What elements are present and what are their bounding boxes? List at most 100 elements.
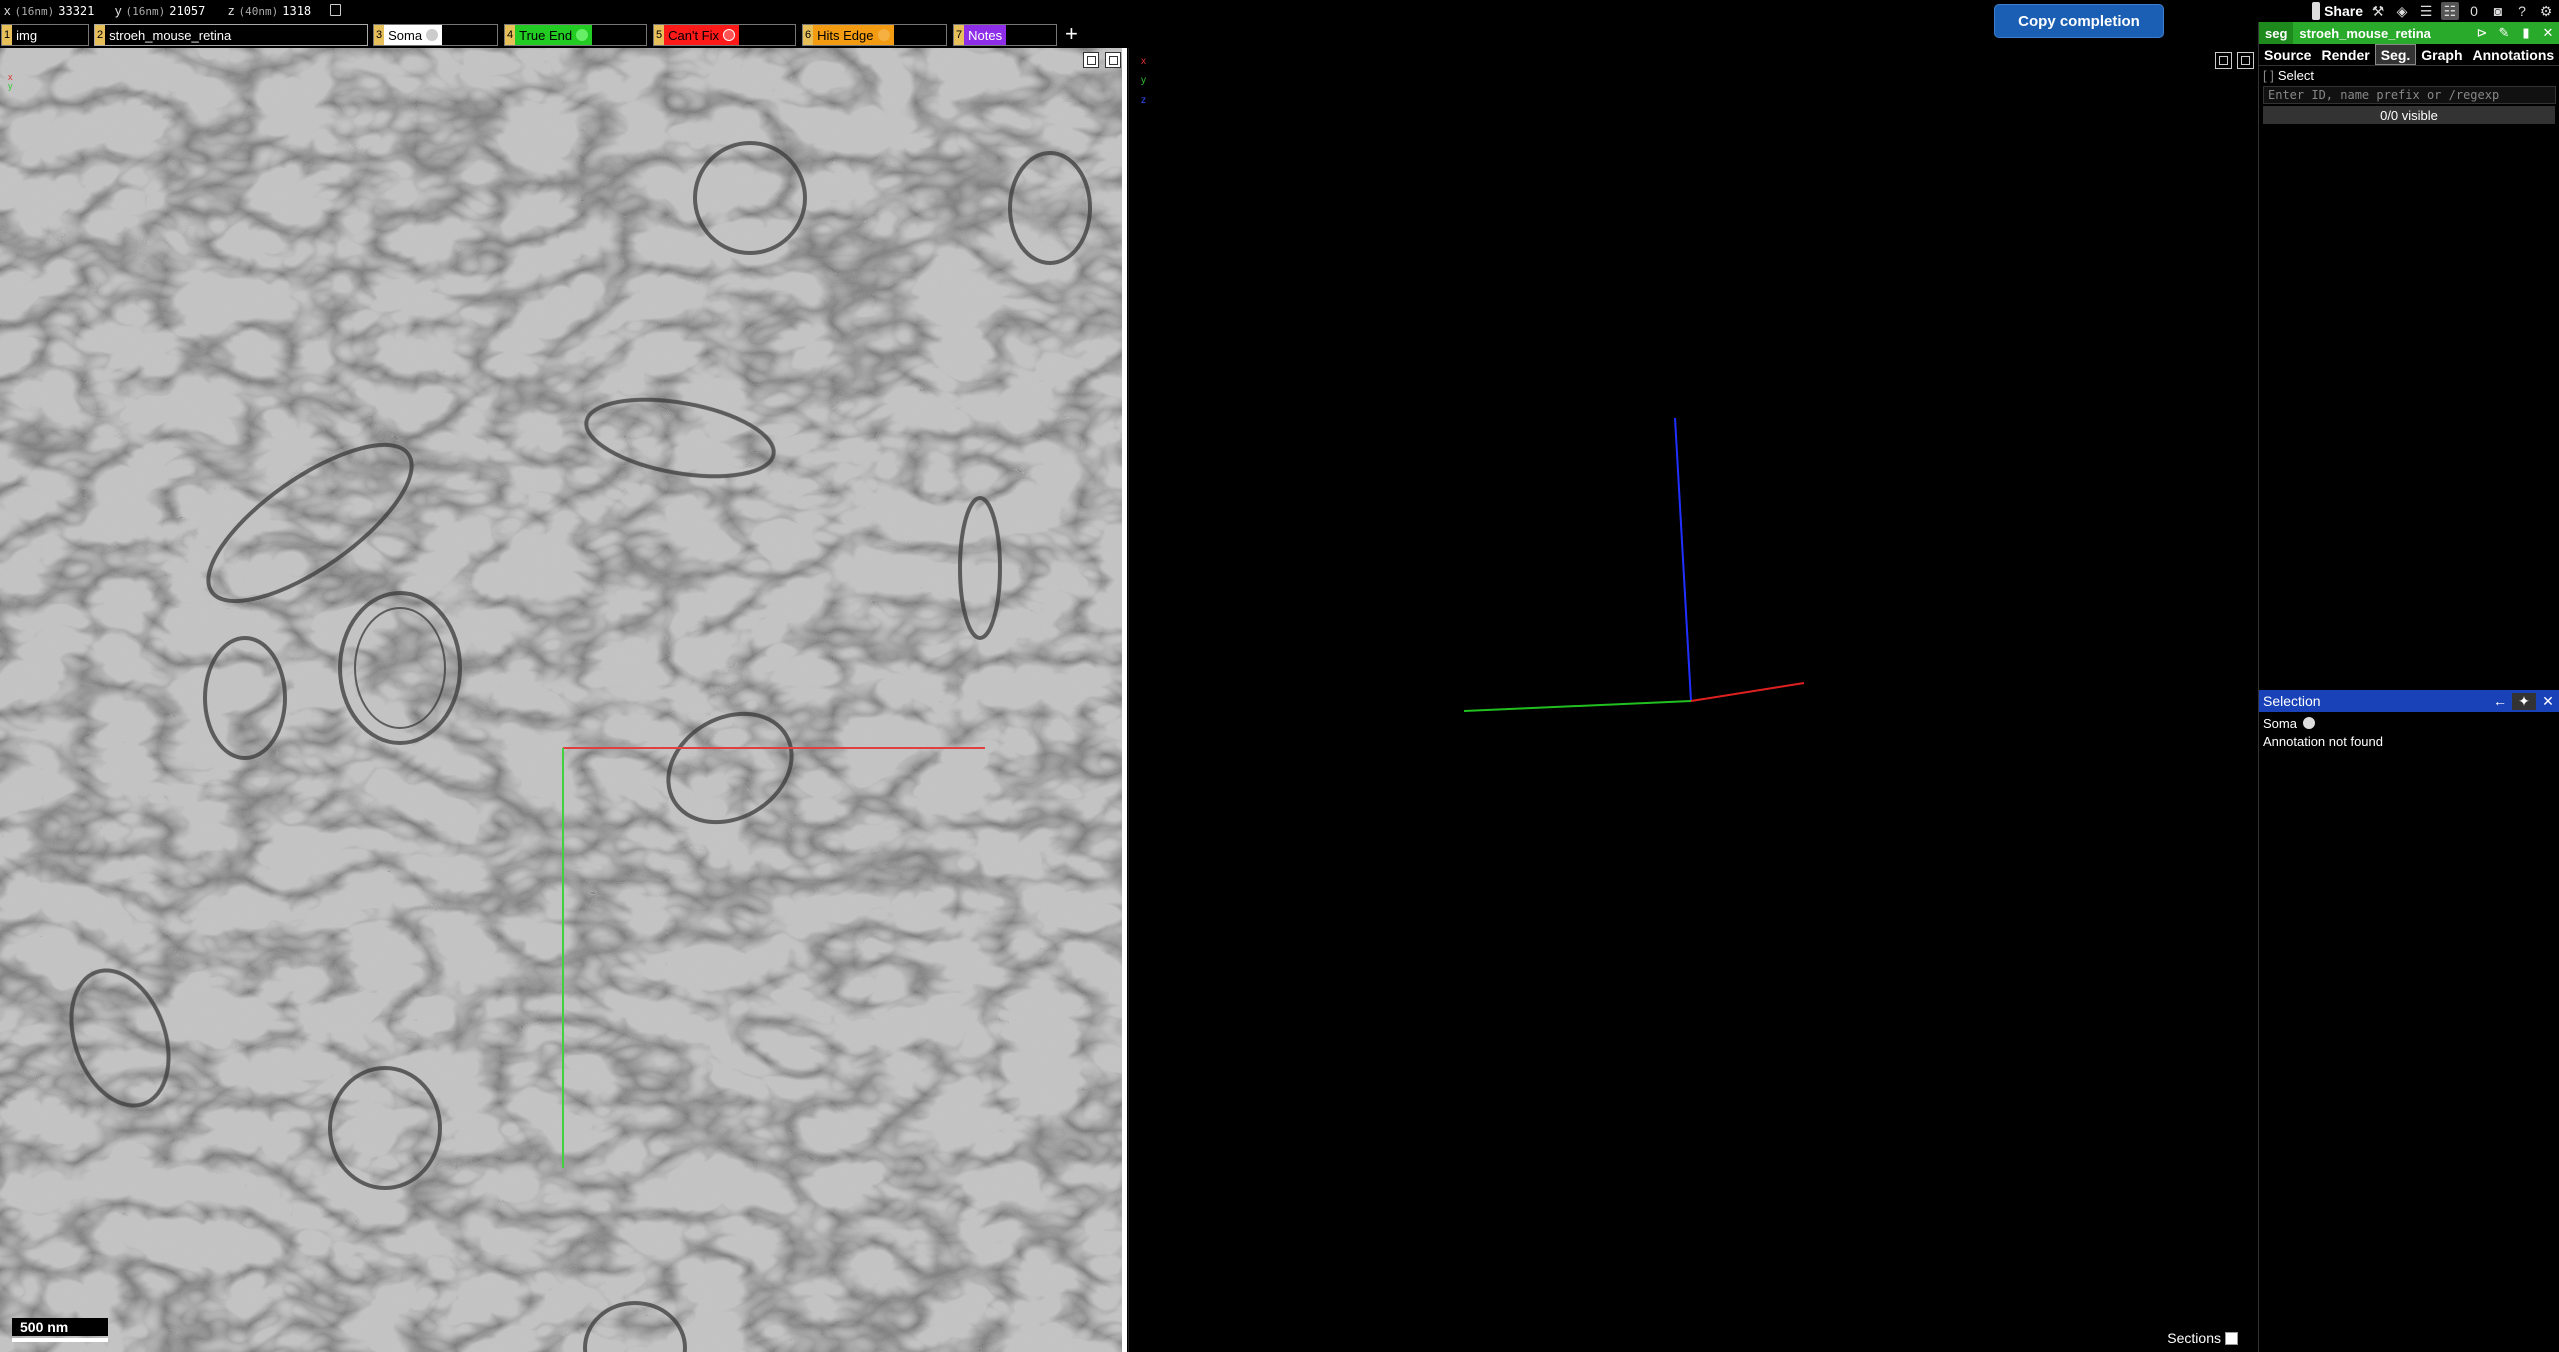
pin-icon[interactable]: ✦	[2512, 692, 2536, 710]
share-label: Share	[2324, 3, 2363, 19]
axis-indicator-y: y	[8, 81, 13, 91]
tab-graph[interactable]: Graph	[2416, 44, 2467, 65]
layers-icon[interactable]: ◈	[2393, 2, 2411, 20]
sections-label: Sections	[2167, 1330, 2221, 1346]
layer-list-icon[interactable]: ☰	[2417, 2, 2435, 20]
y-coordinate[interactable]: y (16nm) 21057	[115, 3, 205, 18]
color-swatch[interactable]	[723, 29, 736, 41]
x-unit: (16nm)	[14, 5, 55, 18]
layer-number: 4	[505, 25, 516, 45]
layer-panel-title[interactable]: stroeh_mouse_retina	[2293, 26, 2471, 41]
layer-tab-hits-edge[interactable]: 6 Hits Edge	[802, 24, 947, 46]
z-value[interactable]: 1318	[282, 4, 311, 18]
layer-tab-notes[interactable]: 7 Notes	[953, 24, 1057, 46]
layer-number: 5	[654, 25, 665, 45]
add-layer-button[interactable]: +	[1065, 21, 1078, 47]
trash-icon[interactable]: ▮	[2515, 22, 2537, 44]
select-label: Select	[2277, 67, 2314, 83]
x-value[interactable]: 33321	[58, 4, 94, 18]
x-label: x	[4, 3, 11, 18]
share-toggle-icon	[2312, 2, 2321, 20]
z-unit: (40nm)	[238, 5, 279, 18]
close-icon[interactable]: ✕	[2537, 22, 2559, 44]
layer-color-dot	[2302, 717, 2315, 729]
z-coordinate[interactable]: z (40nm) 1318	[228, 3, 311, 18]
3d-view-panel[interactable]: x y z Sections	[1128, 48, 2258, 1352]
select-shortcut: [ ]	[2263, 67, 2274, 83]
layer-name: Notes	[964, 25, 1007, 45]
selection-body: Soma Annotation not found	[2259, 714, 2559, 750]
y-unit: (16nm)	[125, 5, 166, 18]
scale-bar: 500 nm	[12, 1318, 108, 1342]
visible-count[interactable]: 0/0 visible	[2263, 106, 2555, 124]
back-arrow-icon[interactable]: ←	[2488, 693, 2512, 709]
selection-panel-header: Selection ← ✦ ✕	[2259, 690, 2559, 712]
layer-name: Can't Fix	[664, 25, 740, 45]
segment-query-input[interactable]: Enter ID, name prefix or /regexp	[2263, 86, 2556, 104]
layer-name: Soma	[384, 25, 443, 45]
color-swatch[interactable]	[877, 29, 890, 41]
selection-title: Selection	[2263, 693, 2321, 709]
help-icon[interactable]: ?	[2513, 2, 2531, 20]
layer-side-panel: seg stroeh_mouse_retina ⊳ ✎ ▮ ✕ Source R…	[2258, 22, 2559, 1352]
selection-layer-name: Soma	[2263, 715, 2297, 731]
y-value[interactable]: 21057	[169, 4, 205, 18]
settings-icon[interactable]: ⚙	[2537, 2, 2555, 20]
layer-number: 7	[954, 25, 965, 45]
3d-axes	[1463, 417, 1805, 712]
color-swatch[interactable]	[426, 29, 439, 41]
layer-name-text: Hits Edge	[817, 27, 874, 43]
layer-name-text: True End	[519, 27, 573, 43]
sections-toggle[interactable]: Sections	[2167, 1330, 2238, 1346]
tab-source[interactable]: Source	[2259, 44, 2316, 65]
layer-tab-soma[interactable]: 3 Soma	[373, 24, 498, 46]
x-axis-line	[1690, 682, 1805, 702]
screenshot-icon[interactable]: ◙	[2489, 2, 2507, 20]
layer-panel-header: seg stroeh_mouse_retina ⊳ ✎ ▮ ✕	[2259, 22, 2559, 44]
scale-bar-label: 500 nm	[12, 1318, 108, 1336]
layer-tab-true-end[interactable]: 4 True End	[504, 24, 647, 46]
tab-seg[interactable]: Seg.	[2374, 44, 2417, 65]
popout-panel-icon[interactable]	[1105, 52, 1121, 68]
scale-bar-line	[12, 1338, 108, 1342]
layer-name: True End	[515, 25, 593, 45]
layer-name-text: Can't Fix	[668, 27, 720, 43]
x-coordinate[interactable]: x (16nm) 33321	[4, 3, 94, 18]
layer-number: 2	[95, 25, 106, 45]
layer-kind: seg	[2259, 22, 2294, 44]
z-label: z	[228, 3, 235, 18]
layer-tab-cant-fix[interactable]: 5 Can't Fix	[653, 24, 796, 46]
y-label: y	[115, 3, 122, 18]
cursor-icon[interactable]: ⊳	[2471, 22, 2493, 44]
coordinate-bar: x (16nm) 33321 y (16nm) 21057 z (40nm) 1…	[0, 0, 2559, 22]
maximize-panel-icon[interactable]	[1083, 52, 1099, 68]
share-button[interactable]: Share	[2312, 2, 2363, 20]
counter-badge[interactable]: 0	[2465, 2, 2483, 20]
side-panel-icon[interactable]: ☷	[2441, 2, 2459, 20]
tab-annotations[interactable]: Annotations	[2468, 44, 2559, 65]
axis-label-z: z	[1141, 95, 1146, 106]
layer-number: 3	[374, 25, 385, 45]
tab-render[interactable]: Render	[2316, 44, 2374, 65]
axis-label-y: y	[1141, 75, 1146, 86]
wrench-icon[interactable]: ⚒	[2369, 2, 2387, 20]
popout-panel-icon[interactable]	[2237, 52, 2254, 69]
selection-message: Annotation not found	[2263, 733, 2383, 749]
layer-tab-stroeh-mouse-retina[interactable]: 2 stroeh_mouse_retina	[94, 24, 368, 46]
copy-completion-button[interactable]: Copy completion	[1994, 4, 2164, 38]
close-icon[interactable]: ✕	[2536, 693, 2559, 710]
layer-name: Hits Edge	[813, 25, 894, 45]
layer-number: 6	[803, 25, 814, 45]
layer-name: stroeh_mouse_retina	[109, 27, 232, 43]
em-image	[0, 48, 1127, 1352]
sections-checkbox[interactable]	[2225, 1331, 2238, 1345]
maximize-panel-icon[interactable]	[2215, 52, 2232, 69]
image-panel[interactable]: x y 500 nm	[0, 48, 1127, 1352]
selection-layer-row: Soma	[2263, 714, 2559, 732]
top-toolbar: Share ⚒ ◈ ☰ ☷ 0 ◙ ? ⚙	[2312, 1, 2555, 21]
copy-icon[interactable]	[330, 4, 341, 16]
color-swatch[interactable]	[576, 29, 589, 41]
layer-tab-img[interactable]: 1 img	[1, 24, 89, 46]
pin-icon[interactable]: ✎	[2493, 22, 2515, 44]
select-row[interactable]: [ ] Select	[2259, 66, 2559, 84]
